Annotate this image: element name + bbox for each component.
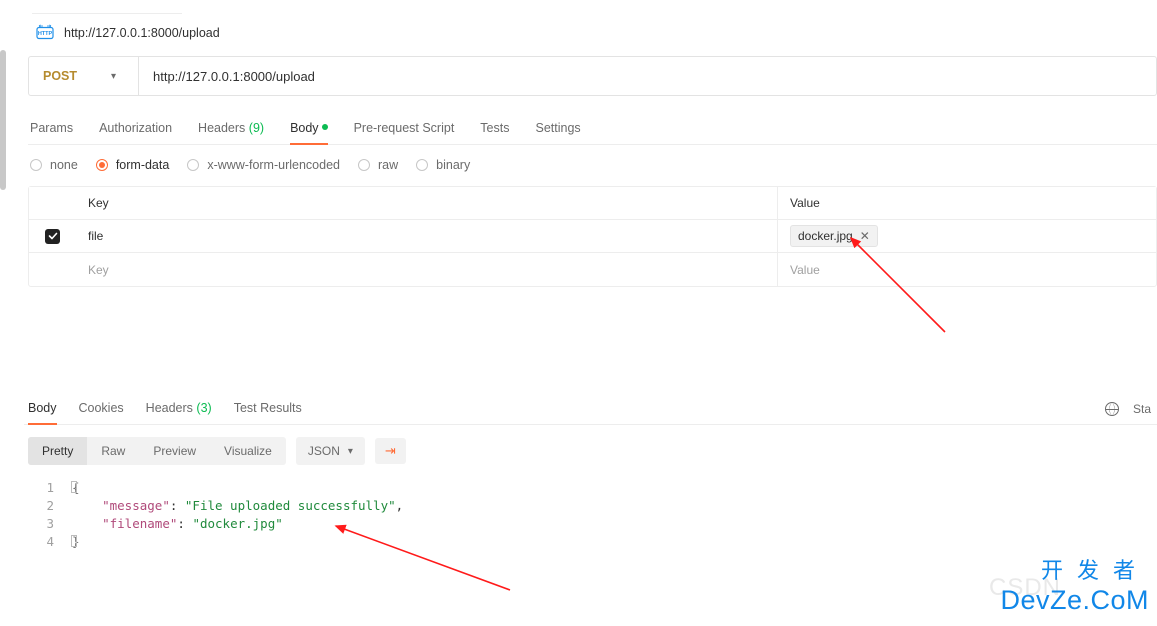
http-icon: HTTP — [36, 24, 54, 42]
radio-none[interactable]: none — [30, 158, 78, 172]
tab-body[interactable]: Body — [290, 114, 328, 144]
resp-tab-body[interactable]: Body — [28, 393, 57, 424]
radio-binary[interactable]: binary — [416, 158, 470, 172]
btn-preview[interactable]: Preview — [139, 437, 210, 465]
method-label: POST — [43, 69, 77, 83]
btn-visualize[interactable]: Visualize — [210, 437, 286, 465]
scrollbar[interactable] — [0, 50, 6, 190]
chevron-down-icon: ▾ — [348, 446, 353, 457]
col-value: Value — [778, 187, 1156, 219]
resp-tab-cookies[interactable]: Cookies — [79, 393, 124, 424]
chevron-down-icon: ▾ — [111, 71, 116, 82]
svg-text:HTTP: HTTP — [38, 31, 53, 37]
radio-icon — [187, 159, 199, 171]
radio-icon — [30, 159, 42, 171]
form-data-table: Key Value file docker.jpg ✕ Key Value — [28, 186, 1157, 287]
row-key[interactable]: file — [76, 220, 778, 252]
resp-tab-testresults[interactable]: Test Results — [234, 393, 302, 424]
wrap-icon: ⇥ — [385, 443, 396, 458]
request-title-bar: HTTP http://127.0.0.1:8000/upload — [28, 14, 1157, 56]
response-toolbar: Pretty Raw Preview Visualize JSON ▾ ⇥ — [28, 425, 1157, 475]
globe-icon[interactable] — [1105, 402, 1119, 416]
request-tabs: Params Authorization Headers (9) Body Pr… — [28, 114, 1157, 145]
col-key: Key — [76, 187, 778, 219]
format-select[interactable]: JSON ▾ — [296, 437, 365, 465]
radio-icon — [96, 159, 108, 171]
tab-headers[interactable]: Headers (9) — [198, 114, 264, 144]
radio-urlencoded[interactable]: x-www-form-urlencoded — [187, 158, 340, 172]
btn-pretty[interactable]: Pretty — [28, 437, 87, 465]
tab-tests[interactable]: Tests — [480, 114, 509, 144]
tab-prerequest[interactable]: Pre-request Script — [354, 114, 455, 144]
request-row: POST ▾ — [28, 56, 1157, 96]
key-input[interactable]: Key — [76, 253, 778, 286]
file-name: docker.jpg — [798, 229, 853, 243]
radio-form-data[interactable]: form-data — [96, 158, 170, 172]
method-select[interactable]: POST ▾ — [29, 57, 139, 95]
tab-authorization[interactable]: Authorization — [99, 114, 172, 144]
value-input[interactable]: Value — [778, 253, 1156, 286]
view-mode-segment: Pretty Raw Preview Visualize — [28, 437, 286, 465]
wrap-button[interactable]: ⇥ — [375, 438, 406, 464]
close-icon[interactable]: ✕ — [860, 229, 870, 243]
tab-params[interactable]: Params — [30, 114, 73, 144]
request-title: http://127.0.0.1:8000/upload — [64, 26, 220, 40]
row-value[interactable]: docker.jpg ✕ — [778, 220, 1156, 252]
response-tab-row: Body Cookies Headers (3) Test Results St… — [24, 393, 1157, 425]
response-body[interactable]: 1{ 2 "message": "File uploaded successfu… — [28, 475, 1157, 551]
url-input[interactable] — [139, 57, 1156, 95]
watermark-csdn: CSDN — [989, 574, 1061, 602]
modified-dot-icon — [322, 124, 328, 130]
row-checkbox[interactable] — [45, 229, 60, 244]
radio-raw[interactable]: raw — [358, 158, 398, 172]
table-header: Key Value — [29, 187, 1156, 220]
tab-strip — [32, 0, 182, 14]
status-label: Sta — [1133, 402, 1151, 416]
btn-raw[interactable]: Raw — [87, 437, 139, 465]
tab-settings[interactable]: Settings — [535, 114, 580, 144]
table-row: file docker.jpg ✕ — [29, 220, 1156, 253]
table-row-empty: Key Value — [29, 253, 1156, 286]
radio-icon — [416, 159, 428, 171]
watermark: 开发者 DevZe.CoM — [1000, 553, 1149, 616]
file-chip[interactable]: docker.jpg ✕ — [790, 225, 878, 247]
body-type-radios: none form-data x-www-form-urlencoded raw… — [28, 145, 1157, 186]
resp-tab-headers[interactable]: Headers (3) — [146, 393, 212, 424]
radio-icon — [358, 159, 370, 171]
